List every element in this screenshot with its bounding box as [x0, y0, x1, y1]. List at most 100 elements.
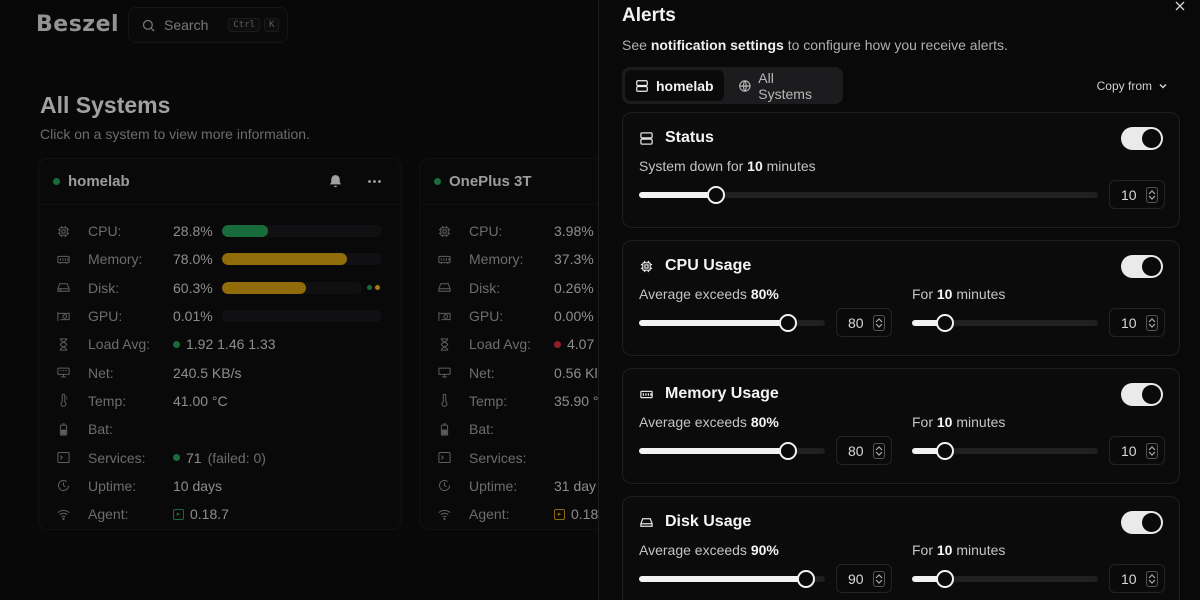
alerts-panel: Alerts See notification settings to conf… — [598, 0, 1200, 600]
agent-status-icon: ▸ — [173, 508, 184, 520]
metric-label: GPU: — [469, 308, 504, 325]
memory-duration-slider[interactable] — [912, 442, 1098, 460]
alert-header: Status — [639, 129, 714, 147]
alerts-subtitle-post: to configure how you receive alerts. — [783, 37, 1008, 53]
disk-threshold-input[interactable]: 90 — [836, 564, 892, 593]
alert-description: Average exceeds 80% — [639, 414, 779, 430]
status-alert-toggle[interactable] — [1121, 127, 1163, 150]
notification-settings-link[interactable]: notification settings — [651, 37, 784, 53]
disk-alert-toggle[interactable] — [1121, 511, 1163, 534]
desc-post: minutes — [952, 414, 1006, 430]
slider-thumb[interactable] — [936, 570, 955, 588]
slider-thumb[interactable] — [936, 314, 955, 332]
desc-bold: 10 — [747, 158, 763, 174]
system-name[interactable]: homelab — [68, 173, 130, 190]
cpu-threshold-input[interactable]: 80 — [836, 308, 892, 337]
input-value: 80 — [848, 314, 864, 331]
alerts-tabs: homelab All Systems — [622, 67, 843, 104]
input-value: 80 — [848, 442, 864, 459]
slider-thumb[interactable] — [778, 442, 797, 460]
disk-duration-slider[interactable] — [912, 570, 1098, 588]
number-stepper[interactable] — [1146, 315, 1158, 331]
slider-thumb[interactable] — [936, 442, 955, 460]
metric-label: Load Avg: — [88, 336, 151, 353]
disk-icon — [438, 283, 451, 292]
copy-from-dropdown[interactable]: Copy from — [1097, 79, 1168, 93]
memory-threshold-input[interactable]: 80 — [836, 436, 892, 465]
services-failed: (failed: 0) — [207, 449, 266, 466]
desc-bold: 10 — [936, 542, 953, 558]
temp-value: 41.00 °C — [173, 392, 228, 409]
slider-fill — [639, 192, 716, 198]
status-duration-slider[interactable] — [639, 186, 1098, 204]
metric-label: Agent: — [469, 506, 510, 523]
desc-pre: For — [912, 286, 937, 302]
disk-duration-input[interactable]: 10 — [1109, 564, 1165, 593]
metric-label: Bat: — [469, 421, 494, 438]
page-subtitle: Click on a system to view more informati… — [40, 126, 310, 142]
search-icon — [142, 19, 155, 32]
memory-bar — [222, 253, 382, 266]
uptime-value: 10 days — [173, 477, 223, 494]
memory-icon — [438, 255, 451, 264]
number-stepper[interactable] — [873, 315, 885, 331]
memory-threshold-slider[interactable] — [639, 442, 825, 460]
logo[interactable]: Beszel — [36, 12, 119, 37]
memory-duration-input[interactable]: 10 — [1109, 436, 1165, 465]
cpu-bar-fill — [222, 225, 269, 237]
disk-icon — [640, 517, 653, 527]
chevron-down-icon — [1148, 579, 1156, 584]
disk-icon — [57, 283, 70, 292]
metric-row-agent: Agent: ▸ 0.18.7 — [39, 500, 401, 528]
cpu-duration-input[interactable]: 10 — [1109, 308, 1165, 337]
system-name[interactable]: OnePlus 3T — [449, 173, 532, 190]
cpu-alert-toggle[interactable] — [1121, 255, 1163, 278]
slider-thumb[interactable] — [778, 314, 797, 332]
bell-icon[interactable] — [327, 173, 344, 190]
hourglass-icon — [440, 338, 449, 351]
alert-card-cpu: CPU Usage Average exceeds 80% 80 For 10 … — [622, 240, 1180, 356]
net-value: 240.5 KB/s — [173, 364, 242, 381]
number-stepper[interactable] — [1146, 187, 1158, 203]
metric-label: Disk: — [469, 279, 501, 296]
tab-label: homelab — [656, 77, 714, 94]
desc-bold: 10 — [936, 414, 953, 430]
thermometer-icon — [60, 394, 68, 408]
metric-label: Bat: — [88, 421, 113, 438]
close-icon[interactable] — [1174, 0, 1186, 12]
shortcut-hint: Ctrl K — [228, 18, 280, 32]
gpu-icon — [438, 311, 451, 321]
disk-threshold-slider[interactable] — [639, 570, 825, 588]
server-icon — [640, 131, 653, 145]
number-stepper[interactable] — [873, 571, 885, 587]
system-card-homelab[interactable]: homelab CPU: 28.8% Memory: 78.0% Disk: 6… — [38, 158, 402, 530]
load-average: 1.92 1.46 1.33 — [186, 336, 276, 353]
slider-thumb[interactable] — [706, 186, 725, 204]
tab-all-systems[interactable]: All Systems — [728, 70, 840, 102]
load-value: 4.07 — [554, 336, 594, 352]
battery-icon — [59, 423, 68, 436]
gpu-icon — [57, 311, 70, 321]
metric-label: Uptime: — [88, 477, 137, 494]
cpu-duration-slider[interactable] — [912, 314, 1098, 332]
search-button[interactable]: Search Ctrl K — [128, 7, 288, 43]
metric-label: Disk: — [88, 279, 120, 296]
memory-alert-toggle[interactable] — [1121, 383, 1163, 406]
metric-row-memory: Memory: 78.0% — [39, 245, 401, 273]
desc-pre: Average exceeds — [639, 286, 751, 302]
terminal-icon — [438, 452, 451, 464]
agent-version: 0.18 — [571, 506, 599, 523]
alert-duration-description: For 10 minutes — [912, 286, 1005, 302]
alerts-subtitle: See notification settings to configure h… — [622, 37, 1008, 53]
input-value: 10 — [1121, 570, 1137, 587]
cpu-threshold-slider[interactable] — [639, 314, 825, 332]
number-stepper[interactable] — [1146, 443, 1158, 459]
input-value: 10 — [1121, 314, 1137, 331]
more-options-icon[interactable] — [366, 173, 383, 190]
status-duration-input[interactable]: 10 — [1109, 180, 1165, 209]
number-stepper[interactable] — [873, 443, 885, 459]
number-stepper[interactable] — [1146, 571, 1158, 587]
slider-fill — [639, 576, 807, 582]
tab-homelab[interactable]: homelab — [625, 70, 724, 101]
slider-thumb[interactable] — [797, 570, 816, 588]
